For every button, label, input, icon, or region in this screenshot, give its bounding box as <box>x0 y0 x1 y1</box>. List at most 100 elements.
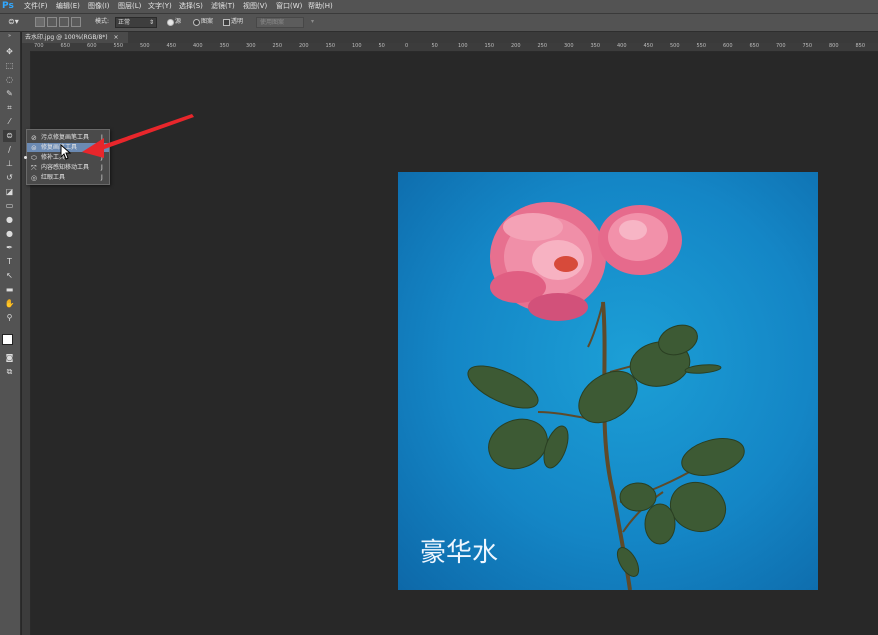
ruler-origin[interactable] <box>22 43 30 51</box>
eyedropper-tool-icon[interactable]: ⁄ <box>3 116 16 128</box>
pen-tool-icon[interactable]: ✒ <box>3 242 16 254</box>
ruler-tick-label: 250 <box>537 43 548 49</box>
menu-filter[interactable]: 滤镜(T) <box>211 2 235 11</box>
ruler-tick-label: 500 <box>140 43 150 49</box>
ruler-tick-label: 600 <box>723 43 733 49</box>
red-eye-icon: ◎ <box>31 174 38 182</box>
ruler-tick-label: 400 <box>617 43 627 49</box>
flyout-item-shortcut: J <box>101 164 103 171</box>
photoshop-logo: Ps <box>2 1 14 11</box>
new-selection-button[interactable] <box>35 17 45 27</box>
ruler-tick-label: 600 <box>87 43 97 49</box>
document-tab-title: 去水印.jpg @ 100%(RGB/8*) <box>25 34 108 41</box>
ruler-tick-label: 300 <box>246 43 256 49</box>
clone-stamp-tool-icon[interactable]: ⊥ <box>3 158 16 170</box>
menu-select[interactable]: 选择(S) <box>179 2 203 11</box>
transparent-label: 透明 <box>231 18 244 25</box>
menu-layer[interactable]: 图层(L) <box>118 2 141 11</box>
menu-type[interactable]: 文字(Y) <box>148 2 172 11</box>
ruler-tick-label: 200 <box>511 43 521 49</box>
menu-window[interactable]: 窗口(W) <box>276 2 302 11</box>
tools-panel: » ✥ ⬚ ◌ ✎ ⌗ ⁄ ⊜ ∕ ⊥ ↺ ◪ ▭ ● ● ✒ T ↖ ▬ ✋ … <box>0 32 21 635</box>
ruler-tick-label: 850 <box>855 43 866 49</box>
hand-tool-icon[interactable]: ✋ <box>3 298 16 310</box>
use-pattern-button[interactable]: 使用图案 <box>256 17 304 28</box>
transparent-checkbox[interactable] <box>223 19 230 26</box>
destination-radio[interactable] <box>193 19 200 26</box>
healing-brush-tool-icon[interactable]: ⊜ <box>3 130 16 142</box>
marquee-tool-icon[interactable]: ⬚ <box>3 60 16 72</box>
spot-healing-brush-icon: ⊘ <box>31 134 37 142</box>
ruler-tick-label: 150 <box>484 43 495 49</box>
intersect-selection-button[interactable] <box>71 17 81 27</box>
shape-tool-icon[interactable]: ▬ <box>3 284 16 296</box>
ruler-tick-label: 450 <box>643 43 654 49</box>
document-tab[interactable]: 去水印.jpg @ 100%(RGB/8*) × <box>22 32 128 43</box>
ruler-tick-label: 100 <box>458 43 468 49</box>
menu-bar: Ps 文件(F) 编辑(E) 图像(I) 图层(L) 文字(Y) 选择(S) 滤… <box>0 0 878 14</box>
ruler-tick-label: 50 <box>378 43 385 49</box>
ruler-tick-label: 250 <box>272 43 283 49</box>
foreground-color-swatch[interactable] <box>2 334 13 345</box>
ruler-tick-label: 650 <box>60 43 71 49</box>
document-tab-strip <box>22 32 878 43</box>
patch-mode-value: 正常 <box>118 19 131 26</box>
pattern-picker-icon[interactable]: ▾ <box>311 18 314 26</box>
menu-file[interactable]: 文件(F) <box>24 2 48 11</box>
menu-edit[interactable]: 编辑(E) <box>56 2 80 11</box>
ruler-tick-label: 50 <box>431 43 438 49</box>
lasso-tool-icon[interactable]: ◌ <box>3 74 16 86</box>
ruler-tick-label: 400 <box>193 43 203 49</box>
ruler-tick-label: 500 <box>670 43 680 49</box>
ruler-tick-label: 550 <box>113 43 124 49</box>
subtract-selection-button[interactable] <box>59 17 69 27</box>
screen-mode-icon[interactable]: ⧉ <box>3 366 16 378</box>
ruler-tick-label: 750 <box>802 43 813 49</box>
menu-view[interactable]: 视图(V) <box>243 2 267 11</box>
ruler-tick-label: 700 <box>776 43 786 49</box>
crop-tool-icon[interactable]: ⌗ <box>3 102 16 114</box>
brush-tool-icon[interactable]: ∕ <box>3 144 16 156</box>
gradient-tool-icon[interactable]: ▭ <box>3 200 16 212</box>
history-brush-tool-icon[interactable]: ↺ <box>3 172 16 184</box>
move-tool-icon[interactable]: ✥ <box>3 46 16 58</box>
eraser-tool-icon[interactable]: ◪ <box>3 186 16 198</box>
panel-collapse-icon[interactable]: » <box>3 33 16 39</box>
close-icon[interactable]: × <box>114 34 119 41</box>
flyout-item[interactable]: ⤧ 内容感知移动工具 J <box>27 163 109 172</box>
menu-help[interactable]: 帮助(H) <box>308 2 333 11</box>
menu-image[interactable]: 图像(I) <box>88 2 110 11</box>
active-tool-dot <box>24 156 27 159</box>
blur-tool-icon[interactable]: ● <box>3 214 16 226</box>
path-selection-tool-icon[interactable]: ↖ <box>3 270 16 282</box>
patch-tool-preset-icon[interactable]: ⊜▾ <box>8 18 19 26</box>
pattern-label: 图案 <box>201 18 214 25</box>
mouse-cursor-icon <box>60 144 72 160</box>
content-aware-move-icon: ⤧ <box>31 164 37 172</box>
rose-photo <box>467 202 745 590</box>
patch-mode-select[interactable]: 正常 ⇕ <box>115 17 157 28</box>
healing-brush-icon: ⊜ <box>31 144 37 152</box>
dodge-tool-icon[interactable]: ● <box>3 228 16 240</box>
ruler-tick-label: 800 <box>829 43 839 49</box>
flyout-item-label: 红眼工具 <box>41 174 66 181</box>
source-label: 源 <box>175 18 182 25</box>
flyout-item-shortcut: J <box>101 174 103 181</box>
quick-selection-tool-icon[interactable]: ✎ <box>3 88 16 100</box>
horizontal-ruler: 700 650 600 550 500 450 400 350 300 250 200 150 100 5… <box>30 43 878 52</box>
ruler-tick-label: 350 <box>219 43 230 49</box>
chevron-down-icon: ⇕ <box>148 19 154 26</box>
source-radio[interactable] <box>167 19 174 26</box>
flyout-item[interactable]: ◎ 红眼工具 J <box>27 173 109 182</box>
ruler-tick-label: 700 <box>34 43 44 49</box>
canvas-image[interactable]: 豪华水 <box>398 172 818 590</box>
add-to-selection-button[interactable] <box>47 17 57 27</box>
ruler-tick-label: 150 <box>325 43 336 49</box>
ruler-tick-label: 200 <box>299 43 309 49</box>
quick-mask-icon[interactable]: ◙ <box>3 352 16 364</box>
type-tool-icon[interactable]: T <box>3 256 16 268</box>
ruler-tick-label: 350 <box>590 43 601 49</box>
ruler-tick-label: 450 <box>166 43 177 49</box>
ruler-tick-label: 550 <box>696 43 707 49</box>
zoom-tool-icon[interactable]: ⚲ <box>3 312 16 324</box>
